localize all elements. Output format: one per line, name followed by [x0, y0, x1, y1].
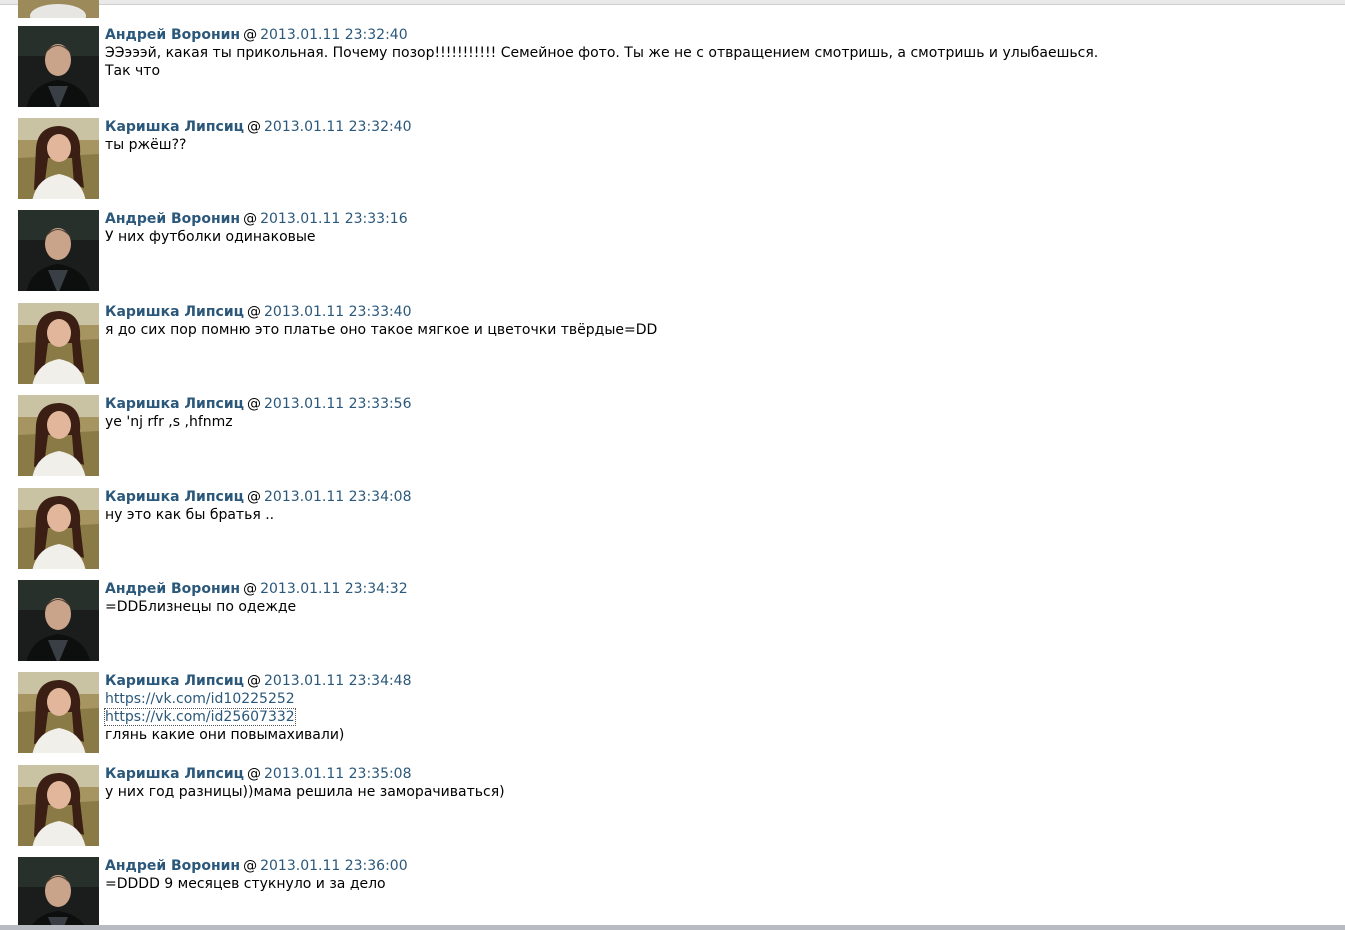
author-name[interactable]: Каришка Липсиц	[105, 489, 244, 505]
female-avatar[interactable]	[18, 765, 99, 846]
message-item: Андрей Воронин @2013.01.11 23:36:00 =DDDD…	[18, 857, 1318, 925]
at-separator: @	[243, 211, 258, 227]
message-text: ЭЭэээй, какая ты прикольная. Почему позо…	[105, 45, 1099, 61]
female-avatar[interactable]	[18, 672, 99, 753]
at-separator: @	[243, 27, 258, 43]
message-text: глянь какие они повымахивали)	[105, 727, 345, 743]
female-avatar	[18, 0, 99, 18]
message-timestamp[interactable]: 2013.01.11 23:34:48	[264, 673, 412, 689]
author-name[interactable]: Андрей Воронин	[105, 858, 240, 874]
message-item: Каришка Липсиц @2013.01.11 23:34:08 ну эт…	[18, 488, 1318, 570]
at-separator: @	[243, 858, 258, 874]
message-text: у них год разницы))мама решила не замора…	[105, 784, 505, 800]
profile-link[interactable]: https://vk.com/id10225252	[105, 691, 295, 707]
message-item: Каришка Липсиц @2013.01.11 23:33:56 ye 'n…	[18, 395, 1318, 477]
message-timestamp[interactable]: 2013.01.11 23:32:40	[260, 27, 408, 43]
message-timestamp[interactable]: 2013.01.11 23:36:00	[260, 858, 408, 874]
at-separator: @	[247, 396, 262, 412]
message-text: Так что	[105, 63, 161, 79]
male-avatar[interactable]	[18, 210, 99, 291]
message-text: ну это как бы братья ..	[105, 507, 275, 523]
message-text: ты ржёш??	[105, 137, 187, 153]
male-avatar[interactable]	[18, 857, 99, 925]
profile-link[interactable]: https://vk.com/id25607332	[104, 708, 296, 726]
female-avatar[interactable]	[18, 395, 99, 476]
message-item: Андрей Воронин @2013.01.11 23:33:16 У них…	[18, 210, 1318, 292]
author-name[interactable]: Каришка Липсиц	[105, 396, 244, 412]
message-item: Андрей Воронин @2013.01.11 23:32:40 ЭЭэээ…	[18, 26, 1318, 108]
message-item: Каришка Липсиц @2013.01.11 23:33:40 я до …	[18, 303, 1318, 385]
author-name[interactable]: Каришка Липсиц	[105, 304, 244, 320]
message-text: =DDБлизнецы по одежде	[105, 599, 297, 615]
at-separator: @	[247, 304, 262, 320]
message-timestamp[interactable]: 2013.01.11 23:33:56	[264, 396, 412, 412]
at-separator: @	[243, 581, 258, 597]
message-timestamp[interactable]: 2013.01.11 23:34:08	[264, 489, 412, 505]
message-item: Андрей Воронин @2013.01.11 23:34:32 =DDБл…	[18, 580, 1318, 662]
at-separator: @	[247, 673, 262, 689]
at-separator: @	[247, 119, 262, 135]
at-separator: @	[247, 766, 262, 782]
at-separator: @	[247, 489, 262, 505]
female-avatar[interactable]	[18, 488, 99, 569]
message-timestamp[interactable]: 2013.01.11 23:33:40	[264, 304, 412, 320]
message-timestamp[interactable]: 2013.01.11 23:32:40	[264, 119, 412, 135]
message-text: я до сих пор помню это платье оно такое …	[105, 322, 658, 338]
window-top-edge	[0, 0, 1345, 5]
female-avatar[interactable]	[18, 303, 99, 384]
male-avatar[interactable]	[18, 26, 99, 107]
female-avatar[interactable]	[18, 118, 99, 199]
message-item: Каришка Липсиц @2013.01.11 23:35:08 у них…	[18, 765, 1318, 847]
message-text: =DDDD 9 месяцев стукнуло и за дело	[105, 876, 386, 892]
message-text: ye 'nj rfr ,s ,hfnmz	[105, 414, 233, 430]
message-timestamp[interactable]: 2013.01.11 23:35:08	[264, 766, 412, 782]
author-name[interactable]: Каришка Липсиц	[105, 766, 244, 782]
message-text: У них футболки одинаковые	[105, 229, 316, 245]
message-timestamp[interactable]: 2013.01.11 23:33:16	[260, 211, 408, 227]
message-item: Каришка Липсиц @2013.01.11 23:34:48 https…	[18, 672, 1318, 754]
author-name[interactable]: Каришка Липсиц	[105, 673, 244, 689]
author-name[interactable]: Андрей Воронин	[105, 27, 240, 43]
male-avatar[interactable]	[18, 580, 99, 661]
author-name[interactable]: Каришка Липсиц	[105, 119, 244, 135]
message-timestamp[interactable]: 2013.01.11 23:34:32	[260, 581, 408, 597]
message-item: Каришка Липсиц @2013.01.11 23:32:40 ты рж…	[18, 118, 1318, 200]
author-name[interactable]: Андрей Воронин	[105, 211, 240, 227]
author-name[interactable]: Андрей Воронин	[105, 581, 240, 597]
horizontal-scrollbar[interactable]	[0, 925, 1345, 930]
